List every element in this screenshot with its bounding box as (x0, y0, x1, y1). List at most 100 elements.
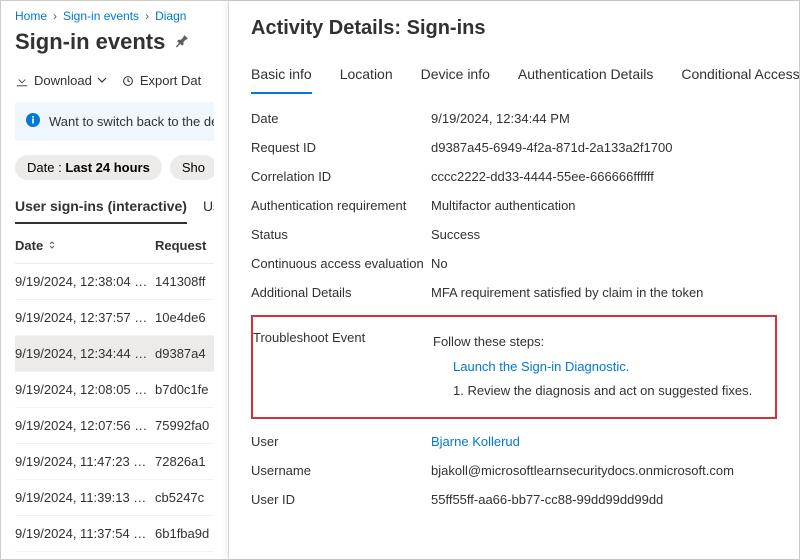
cell-request: 10e4de6 (155, 310, 214, 325)
user-link[interactable]: Bjarne Kollerud (431, 434, 520, 449)
field-label: Username (251, 463, 431, 478)
cell-request: 75992fa0 (155, 418, 214, 433)
field-label: Request ID (251, 140, 431, 155)
field-value: cccc2222-dd33-4444-55ee-666666ffffff (431, 169, 777, 184)
tab-conditional-access[interactable]: Conditional Access (681, 62, 799, 94)
info-icon (25, 112, 41, 131)
list-tabs: User sign-ins (interactive) Us (15, 192, 214, 224)
cell-date: 9/19/2024, 12:34:44 … (15, 346, 155, 361)
table-row[interactable]: 9/19/2024, 12:38:04 …141308ff (15, 264, 214, 300)
filter-row: Date : Last 24 hours Sho (15, 155, 214, 180)
launch-diagnostic-link[interactable]: Launch the Sign-in Diagnostic. (453, 359, 629, 374)
field-troubleshoot: Troubleshoot Event Follow these steps: L… (253, 323, 775, 411)
pin-icon[interactable] (175, 33, 191, 52)
field-value: d9387a45-6949-4f2a-871d-2a133a2f1700 (431, 140, 777, 155)
field-label: Correlation ID (251, 169, 431, 184)
troubleshoot-event-box: Troubleshoot Event Follow these steps: L… (251, 315, 777, 419)
troubleshoot-intro: Follow these steps: (433, 330, 775, 355)
tab-device-info[interactable]: Device info (421, 62, 490, 94)
field-value: Success (431, 227, 777, 242)
field-user: UserBjarne Kollerud (251, 427, 777, 456)
table-row[interactable]: 9/19/2024, 11:37:54 …6b1fba9d (15, 516, 214, 552)
info-text: Want to switch back to the defa (49, 114, 214, 129)
field-value: MFA requirement satisfied by claim in th… (431, 285, 777, 300)
breadcrumb-sign-in-events[interactable]: Sign-in events (63, 9, 139, 23)
page-title: Sign-in events (15, 29, 165, 55)
detail-title: Activity Details: Sign-ins (251, 17, 777, 40)
cell-date: 9/19/2024, 12:38:04 … (15, 274, 155, 289)
left-pane: Home › Sign-in events › Diagn Sign-in ev… (1, 1, 229, 559)
sort-icon (47, 238, 57, 253)
field-value: 9/19/2024, 12:34:44 PM (431, 111, 777, 126)
field-value: No (431, 256, 777, 271)
cell-date: 9/19/2024, 11:39:13 … (15, 490, 155, 505)
cell-request: b7d0c1fe (155, 382, 214, 397)
cell-date: 9/19/2024, 11:47:23 … (15, 454, 155, 469)
cell-request: cb5247c (155, 490, 214, 505)
cell-request: 6b1fba9d (155, 526, 214, 541)
cell-date: 9/19/2024, 12:08:05 … (15, 382, 155, 397)
grid-body: 9/19/2024, 12:38:04 …141308ff 9/19/2024,… (15, 264, 214, 552)
cell-date: 9/19/2024, 12:07:56 … (15, 418, 155, 433)
filter-date-prefix: Date : (27, 160, 62, 175)
field-label: Additional Details (251, 285, 431, 300)
cell-date: 9/19/2024, 12:37:57 … (15, 310, 155, 325)
field-label: Date (251, 111, 431, 126)
field-value: 55ff55ff-aa66-bb77-cc88-99dd99dd99dd (431, 492, 777, 507)
field-label: User (251, 434, 431, 449)
table-row[interactable]: 9/19/2024, 12:34:44 …d9387a4 (15, 336, 214, 372)
grid-header: Date Request (15, 228, 214, 264)
field-date: Date9/19/2024, 12:34:44 PM (251, 104, 777, 133)
grid-header-request[interactable]: Request (155, 238, 206, 253)
field-status: StatusSuccess (251, 220, 777, 249)
field-username: Usernamebjakoll@microsoftlearnsecuritydo… (251, 456, 777, 485)
grid-header-date[interactable]: Date (15, 238, 155, 253)
field-label: User ID (251, 492, 431, 507)
chevron-down-icon (97, 73, 107, 88)
table-row[interactable]: 9/19/2024, 12:08:05 …b7d0c1fe (15, 372, 214, 408)
field-value: bjakoll@microsoftlearnsecuritydocs.onmic… (431, 463, 777, 478)
troubleshoot-steps: Follow these steps: Launch the Sign-in D… (433, 330, 775, 404)
filter-date-pill[interactable]: Date : Last 24 hours (15, 155, 162, 180)
field-correlation-id: Correlation IDcccc2222-dd33-4444-55ee-66… (251, 162, 777, 191)
filter-show-pill[interactable]: Sho (170, 155, 214, 180)
tab-interactive-sign-ins[interactable]: User sign-ins (interactive) (15, 192, 187, 224)
download-button[interactable]: Download (15, 73, 107, 88)
export-label: Export Dat (140, 73, 201, 88)
table-row[interactable]: 9/19/2024, 11:39:13 …cb5247c (15, 480, 214, 516)
field-label: Continuous access evaluation (251, 256, 431, 271)
field-additional-details: Additional DetailsMFA requirement satisf… (251, 278, 777, 307)
filter-date-value: Last 24 hours (65, 160, 150, 175)
field-label: Status (251, 227, 431, 242)
breadcrumb-home[interactable]: Home (15, 9, 47, 23)
toolbar: Download Export Dat (15, 73, 214, 88)
tab-us[interactable]: Us (203, 192, 214, 224)
field-label: Troubleshoot Event (253, 330, 433, 345)
grid-header-date-label: Date (15, 238, 43, 253)
breadcrumb: Home › Sign-in events › Diagn (15, 9, 214, 23)
cell-date: 9/19/2024, 11:37:54 … (15, 526, 155, 541)
tab-basic-info[interactable]: Basic info (251, 62, 312, 94)
page-title-row: Sign-in events (15, 29, 214, 55)
details-pane: Activity Details: Sign-ins Basic info Lo… (229, 1, 799, 559)
tab-auth-details[interactable]: Authentication Details (518, 62, 653, 94)
breadcrumb-diagnostics[interactable]: Diagn (155, 9, 186, 23)
field-auth-requirement: Authentication requirementMultifactor au… (251, 191, 777, 220)
cell-request: 72826a1 (155, 454, 214, 469)
field-value: Multifactor authentication (431, 198, 777, 213)
cell-request: d9387a4 (155, 346, 214, 361)
export-button[interactable]: Export Dat (121, 73, 201, 88)
detail-tabs: Basic info Location Device info Authenti… (251, 62, 777, 94)
troubleshoot-step: 1. Review the diagnosis and act on sugge… (433, 379, 775, 404)
table-row[interactable]: 9/19/2024, 12:37:57 …10e4de6 (15, 300, 214, 336)
info-bar: Want to switch back to the defa (15, 102, 214, 141)
table-row[interactable]: 9/19/2024, 12:07:56 …75992fa0 (15, 408, 214, 444)
tab-location[interactable]: Location (340, 62, 393, 94)
table-row[interactable]: 9/19/2024, 11:47:23 …72826a1 (15, 444, 214, 480)
chevron-right-icon: › (145, 9, 149, 23)
field-request-id: Request IDd9387a45-6949-4f2a-871d-2a133a… (251, 133, 777, 162)
cell-request: 141308ff (155, 274, 214, 289)
field-user-id: User ID55ff55ff-aa66-bb77-cc88-99dd99dd9… (251, 485, 777, 514)
chevron-right-icon: › (53, 9, 57, 23)
field-label: Authentication requirement (251, 198, 431, 213)
